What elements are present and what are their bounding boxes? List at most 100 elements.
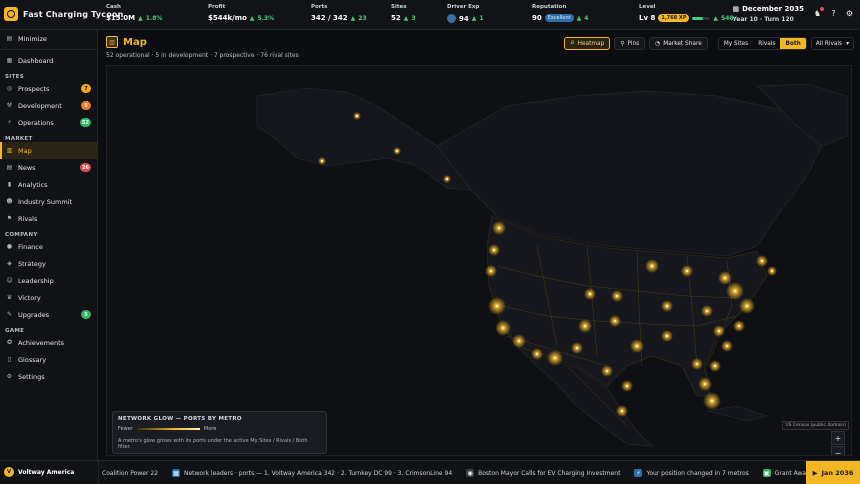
rival-filter-dropdown[interactable]: All Rivals ▾ (810, 37, 854, 50)
notifications-bell-icon[interactable]: ♞ (813, 7, 824, 18)
book-icon: ▯ (7, 356, 12, 363)
sidebar-item-settings[interactable]: ⚙ Settings (0, 368, 97, 385)
metro-dot (665, 304, 669, 308)
metro-dot (613, 319, 617, 323)
sidebar-section-game: GAME (5, 328, 25, 334)
sidebar-item-industry-summit[interactable]: ☻ Industry Summit (0, 193, 97, 210)
metro-dot (713, 364, 717, 368)
gear-icon[interactable]: ⚙ (845, 9, 854, 18)
heatmap-button[interactable]: 🔥︎ Heatmap (564, 37, 611, 50)
up-arrow-icon: ▲ (350, 14, 356, 22)
xp-progress-bar (692, 16, 711, 20)
pins-button[interactable]: ⚲ Pins (614, 37, 646, 50)
map-svg[interactable] (107, 66, 852, 456)
level-value: Lv 8 (639, 14, 656, 22)
operations-count-badge: 52 (80, 118, 91, 127)
user-icon: ☺ (6, 277, 13, 284)
stat-ports[interactable]: Ports 342 / 342 ▲ 23 (311, 4, 367, 22)
metro-dot (575, 346, 579, 350)
profit-value: $544k/mo (208, 14, 247, 22)
sidebar-item-victory[interactable]: ♛ Victory (0, 289, 97, 306)
pins-label: Pins (627, 40, 640, 47)
help-icon[interactable]: ? (829, 9, 838, 18)
map-canvas[interactable]: NETWORK GLOW — PORTS BY METRO Fewer More … (106, 65, 852, 456)
stat-profit[interactable]: Profit $544k/mo ▲ 5.3% (208, 4, 274, 22)
metro-dot (320, 159, 324, 163)
legend-more: More (203, 426, 217, 432)
metro-dot (710, 399, 714, 403)
prospects-count-badge: 7 (81, 84, 91, 93)
sidebar-item-news[interactable]: ▤ News 26 (0, 159, 97, 176)
wrench-icon: ✎ (6, 311, 13, 318)
gear-icon: ⚙ (6, 373, 13, 380)
ticker-text: Grant Awarded: +$819,838 (774, 469, 806, 477)
filter-rivals[interactable]: Rivals (753, 38, 780, 49)
sidebar-item-achievements[interactable]: ✪ Achievements (0, 334, 97, 351)
ticker-item[interactable]: ◉ Boston Mayor Calls for EV Charging Inve… (466, 469, 620, 477)
trophy-icon: ♛ (6, 294, 13, 301)
sidebar-item-finance[interactable]: ● Finance (0, 238, 97, 255)
people-icon: ☻ (6, 198, 13, 205)
sidebar-item-dashboard[interactable]: ▦ Dashboard (0, 52, 97, 69)
xp-badge: 1,768 XP (658, 14, 690, 22)
flag-icon: ⚑ (6, 215, 13, 222)
sidebar-item-label: Achievements (18, 338, 65, 347)
ticker-item[interactable]: Coalition Power 22 (102, 470, 158, 477)
ticker-text: Coalition Power 22 (102, 469, 158, 477)
metro-dot (517, 339, 521, 343)
metro-dot (620, 409, 624, 413)
up-arrow-icon: ▲ (471, 15, 477, 22)
sidebar-item-prospects[interactable]: ◎ Prospects 7 (0, 80, 97, 97)
sidebar-item-upgrades[interactable]: ✎ Upgrades 5 (0, 306, 97, 323)
sidebar-item-leadership[interactable]: ☺ Leadership (0, 272, 97, 289)
ticker-item[interactable]: ▣Grant Awarded: +$819,838 (762, 469, 806, 477)
coin-icon: ● (6, 243, 13, 250)
zoom-in-button[interactable]: + (831, 431, 845, 445)
sidebar-item-glossary[interactable]: ▯ Glossary (0, 351, 97, 368)
ticker-item[interactable]: ⚡ Your position changed in 7 metros (634, 469, 749, 477)
stat-sites[interactable]: Sites 52 ▲ 3 (391, 4, 416, 22)
sidebar-item-label: Finance (18, 242, 43, 251)
radio-icon: ◉ (466, 469, 475, 477)
sidebar-item-label: Settings (18, 372, 45, 381)
sidebar-item-analytics[interactable]: ▮ Analytics (0, 176, 97, 193)
stat-driver-exp[interactable]: Driver Exp 94 ▲ 1 (447, 4, 484, 23)
stat-label: Profit (208, 4, 226, 10)
sidebar-item-label: Prospects (18, 84, 50, 93)
sidebar-item-label: Development (18, 101, 62, 110)
filter-both[interactable]: Both (780, 38, 806, 49)
sidebar-item-map[interactable]: ▥ Map (0, 142, 97, 159)
current-turn: Year 10 · Turn 120 (732, 16, 794, 23)
sidebar-item-strategy[interactable]: ◈ Strategy (0, 255, 97, 272)
zoom-out-button[interactable]: − (831, 446, 845, 455)
company-switcher[interactable]: V Voltway America (4, 467, 74, 477)
company-name: Voltway America (18, 468, 75, 476)
advance-turn-button[interactable]: ▶ Jan 2036 (806, 461, 860, 484)
legend-fewer: Fewer (118, 426, 133, 432)
metro-dot (445, 177, 449, 181)
metro-dot (501, 326, 505, 330)
ticker-text: Network leaders · ports — 1. Voltway Ame… (183, 469, 453, 477)
market-share-button[interactable]: ◔ Market Share (649, 37, 708, 50)
reputation-delta: 4 (584, 14, 589, 22)
current-month: December 2035 (742, 5, 804, 13)
sidebar-item-label: Strategy (18, 259, 46, 268)
chevron-down-icon: ▾ (846, 40, 849, 47)
metro-dot (760, 259, 764, 263)
stat-reputation[interactable]: Reputation 90 Excellent ▲ 4 (532, 4, 588, 22)
stat-cash[interactable]: Cash $15.0M ▲ 1.8% (106, 4, 162, 22)
target-icon: ◎ (6, 85, 13, 92)
ticker-item[interactable]: ▦ Network leaders · ports — 1. Voltway Am… (171, 469, 453, 477)
sidebar-item-rivals[interactable]: ⚑ Rivals (0, 210, 97, 227)
minimize-button[interactable]: ▤ Minimize (0, 30, 97, 47)
sidebar-item-development[interactable]: ⚒ Development 5 (0, 97, 97, 114)
news-ticker[interactable]: Coalition Power 22 ▦ Network leaders · por… (98, 461, 806, 484)
metro-dot (625, 384, 629, 388)
sidebar-item-operations[interactable]: ⚡ Operations 52 (0, 114, 97, 131)
legend-note: A metro's glow grows with its ports unde… (118, 438, 308, 450)
sidebar-item-label: Victory (18, 293, 41, 302)
sidebar-item-label: Analytics (18, 180, 48, 189)
stat-level[interactable]: Level Lv 8 1,768 XP ▲ 546 (639, 4, 734, 22)
development-count-badge: 5 (81, 101, 91, 110)
filter-my-sites[interactable]: My Sites (719, 38, 753, 49)
